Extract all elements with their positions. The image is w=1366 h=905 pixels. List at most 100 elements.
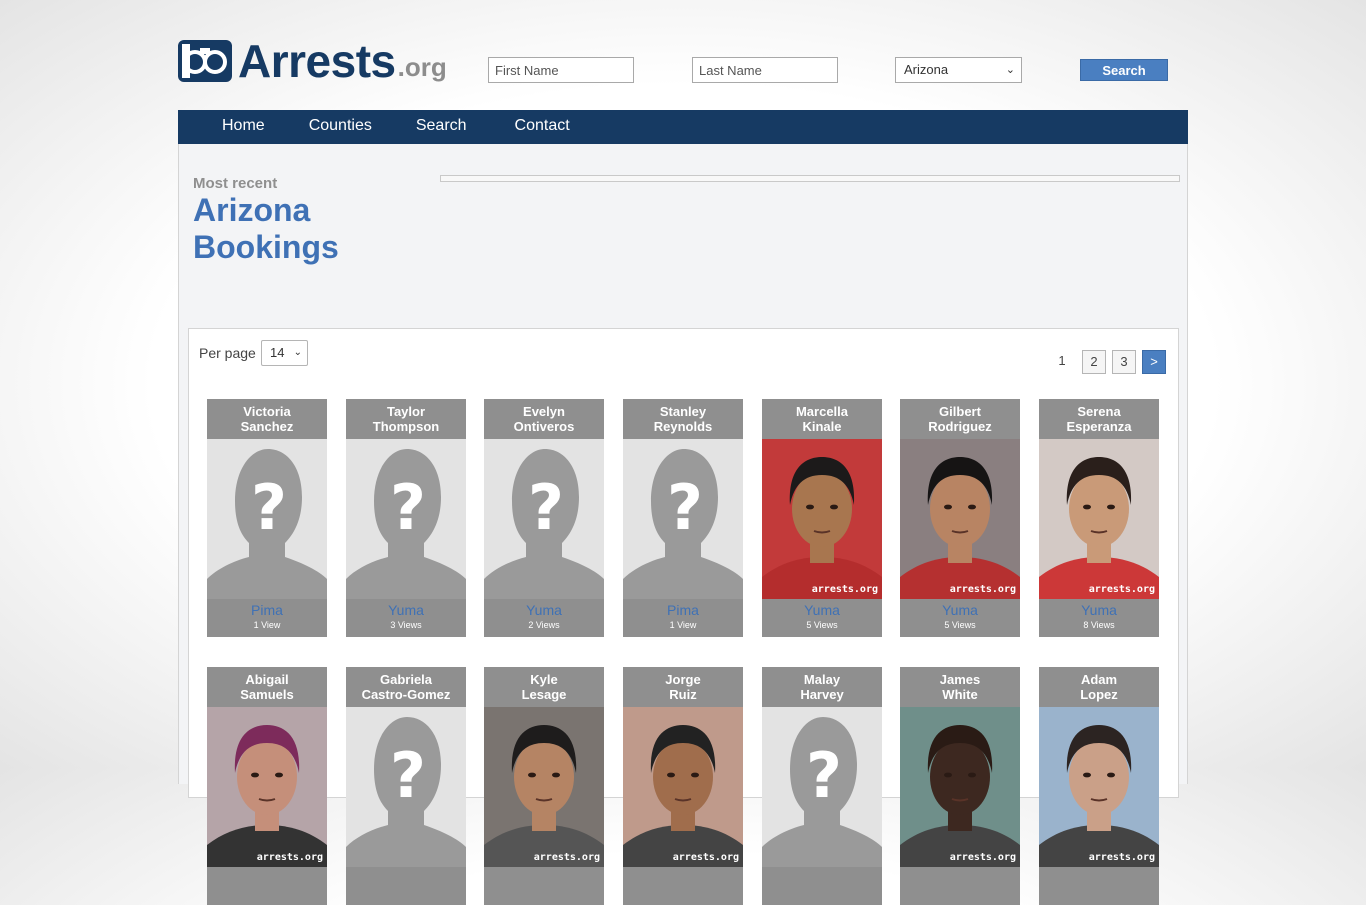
svg-text:?: ? — [390, 471, 426, 544]
booking-county-link[interactable]: Yuma — [900, 602, 1020, 618]
booking-name[interactable]: Jorge Ruiz — [623, 667, 743, 707]
photo-watermark: arrests.org — [811, 584, 878, 595]
no-photo-placeholder-icon[interactable]: ? — [484, 439, 604, 599]
booking-first-name: Marcella — [795, 404, 849, 419]
booking-views: 1 View — [253, 620, 281, 630]
svg-text:?: ? — [667, 471, 703, 544]
booking-last-name: Castro-Gomez — [361, 687, 451, 702]
mugshot-photo[interactable]: arrests.org — [1039, 707, 1159, 867]
no-photo-placeholder-icon[interactable]: ? — [762, 707, 882, 867]
booking-name[interactable]: Serena Esperanza — [1039, 399, 1159, 439]
booking-first-name: Evelyn — [523, 404, 565, 419]
booking-name[interactable]: Kyle Lesage — [484, 667, 604, 707]
booking-card[interactable]: Victoria Sanchez? Pima 1 View — [207, 399, 327, 637]
per-page-value: 14 — [270, 345, 285, 360]
booking-county-link[interactable]: Yuma — [1039, 602, 1159, 618]
booking-county-link[interactable]: Pima — [623, 602, 743, 618]
booking-last-name: Sanchez — [240, 419, 294, 434]
booking-card[interactable]: Malay Harvey? — [762, 667, 882, 905]
nav-item-contact[interactable]: Contact — [515, 110, 570, 144]
page-3[interactable]: 3 — [1112, 350, 1136, 374]
eyebrow-label: Most recent — [193, 175, 278, 192]
page-2[interactable]: 2 — [1082, 350, 1106, 374]
booking-last-name: White — [942, 687, 978, 702]
mugshot-photo[interactable]: arrests.org — [207, 707, 327, 867]
booking-card[interactable]: Serena Esperanza arrests.org Yuma 8 Views — [1039, 399, 1159, 637]
page-title: Arizona Bookings — [193, 192, 393, 266]
photo-watermark: arrests.org — [672, 852, 739, 863]
booking-views: 1 View — [669, 620, 697, 630]
no-photo-placeholder-icon[interactable]: ? — [207, 439, 327, 599]
per-page-select[interactable]: 14 ⌄ — [261, 340, 308, 366]
booking-card[interactable]: Evelyn Ontiveros? Yuma 2 Views — [484, 399, 604, 637]
mugshot-photo[interactable]: arrests.org — [1039, 439, 1159, 599]
booking-name[interactable]: Marcella Kinale — [762, 399, 882, 439]
photo-watermark: arrests.org — [1088, 584, 1155, 595]
state-select[interactable]: Arizona ⌄ — [895, 57, 1022, 83]
booking-card[interactable]: Marcella Kinale arrests.org Yuma 5 Views — [762, 399, 882, 637]
nav-item-counties[interactable]: Counties — [309, 110, 372, 144]
booking-name[interactable]: Stanley Reynolds — [623, 399, 743, 439]
mugshot-photo[interactable]: arrests.org — [623, 707, 743, 867]
per-page-label: Per page — [199, 345, 256, 361]
nav-item-home[interactable]: Home — [222, 110, 265, 144]
booking-name[interactable]: Adam Lopez — [1039, 667, 1159, 707]
booking-name[interactable]: Victoria Sanchez — [207, 399, 327, 439]
bookings-panel: Per page 14 ⌄ 1 2 3 > Victoria Sanchez? Pi… — [188, 328, 1179, 905]
booking-card[interactable]: Taylor Thompson? Yuma 3 Views — [346, 399, 466, 637]
booking-card[interactable]: Jorge Ruiz arrests.org — [623, 667, 743, 905]
booking-name[interactable]: Abigail Samuels — [207, 667, 327, 707]
logo-name: Arrests — [238, 35, 396, 87]
mugshot-photo[interactable]: arrests.org — [900, 707, 1020, 867]
booking-last-name: Lesage — [521, 687, 567, 702]
mugshot-photo[interactable]: arrests.org — [762, 439, 882, 599]
booking-first-name: James — [939, 672, 981, 687]
svg-text:?: ? — [390, 739, 426, 812]
booking-last-name: Esperanza — [1066, 419, 1132, 434]
booking-name[interactable]: Gabriela Castro-Gomez — [346, 667, 466, 707]
first-name-input[interactable] — [488, 57, 634, 83]
nav-item-search[interactable]: Search — [416, 110, 467, 144]
photo-watermark: arrests.org — [533, 852, 600, 863]
last-name-input[interactable] — [692, 57, 838, 83]
booking-name[interactable]: James White — [900, 667, 1020, 707]
main-nav: Home Counties Search Contact — [178, 110, 1188, 144]
booking-card[interactable]: Adam Lopez arrests.org — [1039, 667, 1159, 905]
booking-card[interactable]: Kyle Lesage arrests.org — [484, 667, 604, 905]
photo-watermark: arrests.org — [256, 852, 323, 863]
booking-last-name: Rodriguez — [928, 419, 992, 434]
booking-county-link[interactable]: Yuma — [346, 602, 466, 618]
booking-card[interactable]: Gilbert Rodriguez arrests.org Yuma 5 Views — [900, 399, 1020, 637]
booking-name[interactable]: Gilbert Rodriguez — [900, 399, 1020, 439]
booking-county-link[interactable]: Pima — [207, 602, 327, 618]
handcuffs-icon — [178, 40, 232, 82]
booking-card[interactable]: James White arrests.org — [900, 667, 1020, 905]
search-button[interactable]: Search — [1080, 59, 1168, 81]
page-1: 1 — [1058, 353, 1066, 368]
no-photo-placeholder-icon[interactable]: ? — [346, 707, 466, 867]
booking-card[interactable]: Abigail Samuels arrests.org — [207, 667, 327, 905]
pagination: 1 2 3 > — [1050, 350, 1166, 374]
booking-first-name: Serena — [1077, 404, 1121, 419]
site-logo[interactable]: Arrests .org — [178, 35, 447, 87]
no-photo-placeholder-icon[interactable]: ? — [623, 439, 743, 599]
booking-views: 5 Views — [806, 620, 838, 630]
booking-name[interactable]: Malay Harvey — [762, 667, 882, 707]
svg-text:?: ? — [528, 471, 564, 544]
booking-name[interactable]: Taylor Thompson — [346, 399, 466, 439]
booking-first-name: Kyle — [530, 672, 558, 687]
booking-card[interactable]: Stanley Reynolds? Pima 1 View — [623, 399, 743, 637]
booking-county-link[interactable]: Yuma — [762, 602, 882, 618]
mugshot-photo[interactable]: arrests.org — [484, 707, 604, 867]
mugshot-photo[interactable]: arrests.org — [900, 439, 1020, 599]
booking-card[interactable]: Gabriela Castro-Gomez? — [346, 667, 466, 905]
booking-name[interactable]: Evelyn Ontiveros — [484, 399, 604, 439]
photo-watermark: arrests.org — [1088, 852, 1155, 863]
no-photo-placeholder-icon[interactable]: ? — [346, 439, 466, 599]
next-page-button[interactable]: > — [1142, 350, 1166, 374]
booking-county-link[interactable]: Yuma — [484, 602, 604, 618]
svg-text:?: ? — [806, 739, 842, 812]
logo-tld: .org — [397, 52, 447, 82]
booking-last-name: Ruiz — [669, 687, 697, 702]
booking-first-name: Victoria — [243, 404, 291, 419]
